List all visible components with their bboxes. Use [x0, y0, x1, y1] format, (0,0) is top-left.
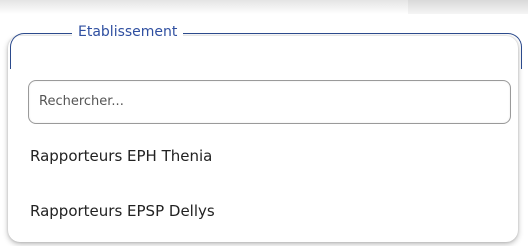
top-right-shadow [408, 0, 528, 14]
search-field[interactable] [28, 80, 511, 124]
option-rapporteurs-eph-thenia[interactable]: Rapporteurs EPH Thenia [30, 145, 212, 167]
option-rapporteurs-epsp-dellys[interactable]: Rapporteurs EPSP Dellys [30, 200, 215, 222]
fieldset-legend: Etablissement [72, 22, 184, 42]
search-input[interactable] [39, 81, 499, 122]
